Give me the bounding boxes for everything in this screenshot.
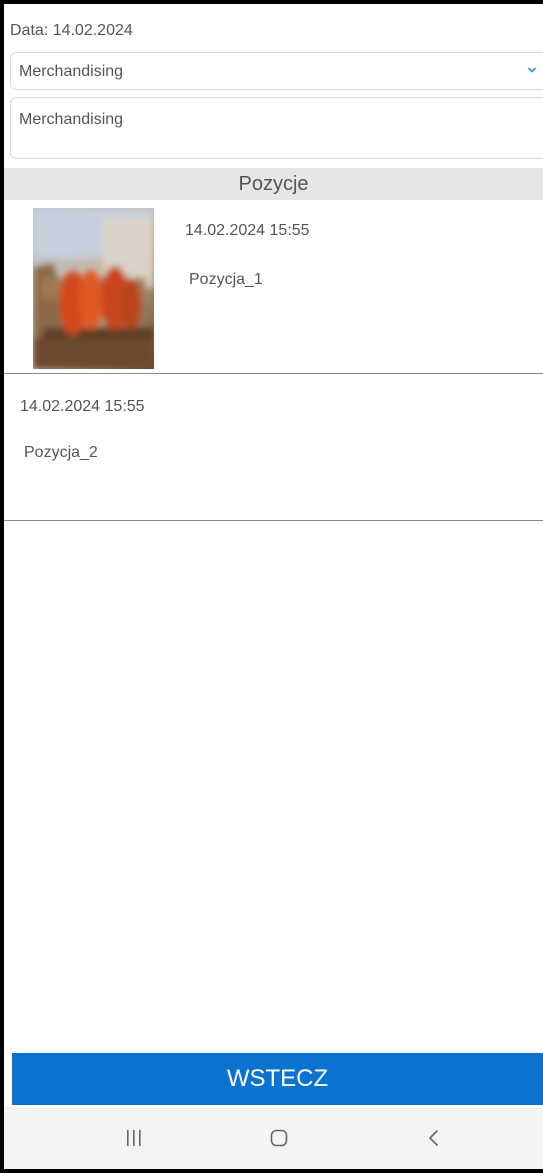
- date-label: Data: 14.02.2024: [10, 22, 133, 39]
- item-timestamp: 14.02.2024 15:55: [185, 222, 310, 239]
- item-name: Pozycja_1: [189, 271, 263, 288]
- chevron-down-icon: [528, 67, 536, 73]
- system-navbar: [4, 1107, 543, 1169]
- category-select[interactable]: Merchandising: [10, 52, 543, 90]
- description-value: Merchandising: [19, 111, 124, 128]
- back-button[interactable]: WSTECZ: [12, 1053, 543, 1105]
- description-field[interactable]: Merchandising: [10, 97, 543, 159]
- list-item[interactable]: 14.02.2024 15:55 Pozycja_2: [4, 374, 543, 521]
- back-icon: [429, 1130, 438, 1146]
- item-photo[interactable]: [33, 208, 154, 369]
- item-timestamp: 14.02.2024 15:55: [20, 398, 145, 415]
- category-select-value: Merchandising: [19, 63, 124, 80]
- item-name: Pozycja_2: [24, 444, 98, 461]
- list-item[interactable]: 14.02.2024 15:55 Pozycja_1: [4, 200, 543, 374]
- system-back-button[interactable]: [394, 1107, 474, 1169]
- home-icon: [270, 1129, 288, 1147]
- recent-apps-icon: [127, 1130, 141, 1146]
- app-screen: Data: 14.02.2024 Merchandising Merchandi…: [4, 4, 543, 1169]
- home-button[interactable]: [239, 1107, 319, 1169]
- recent-apps-button[interactable]: [94, 1107, 174, 1169]
- positions-header: Pozycje: [4, 168, 543, 200]
